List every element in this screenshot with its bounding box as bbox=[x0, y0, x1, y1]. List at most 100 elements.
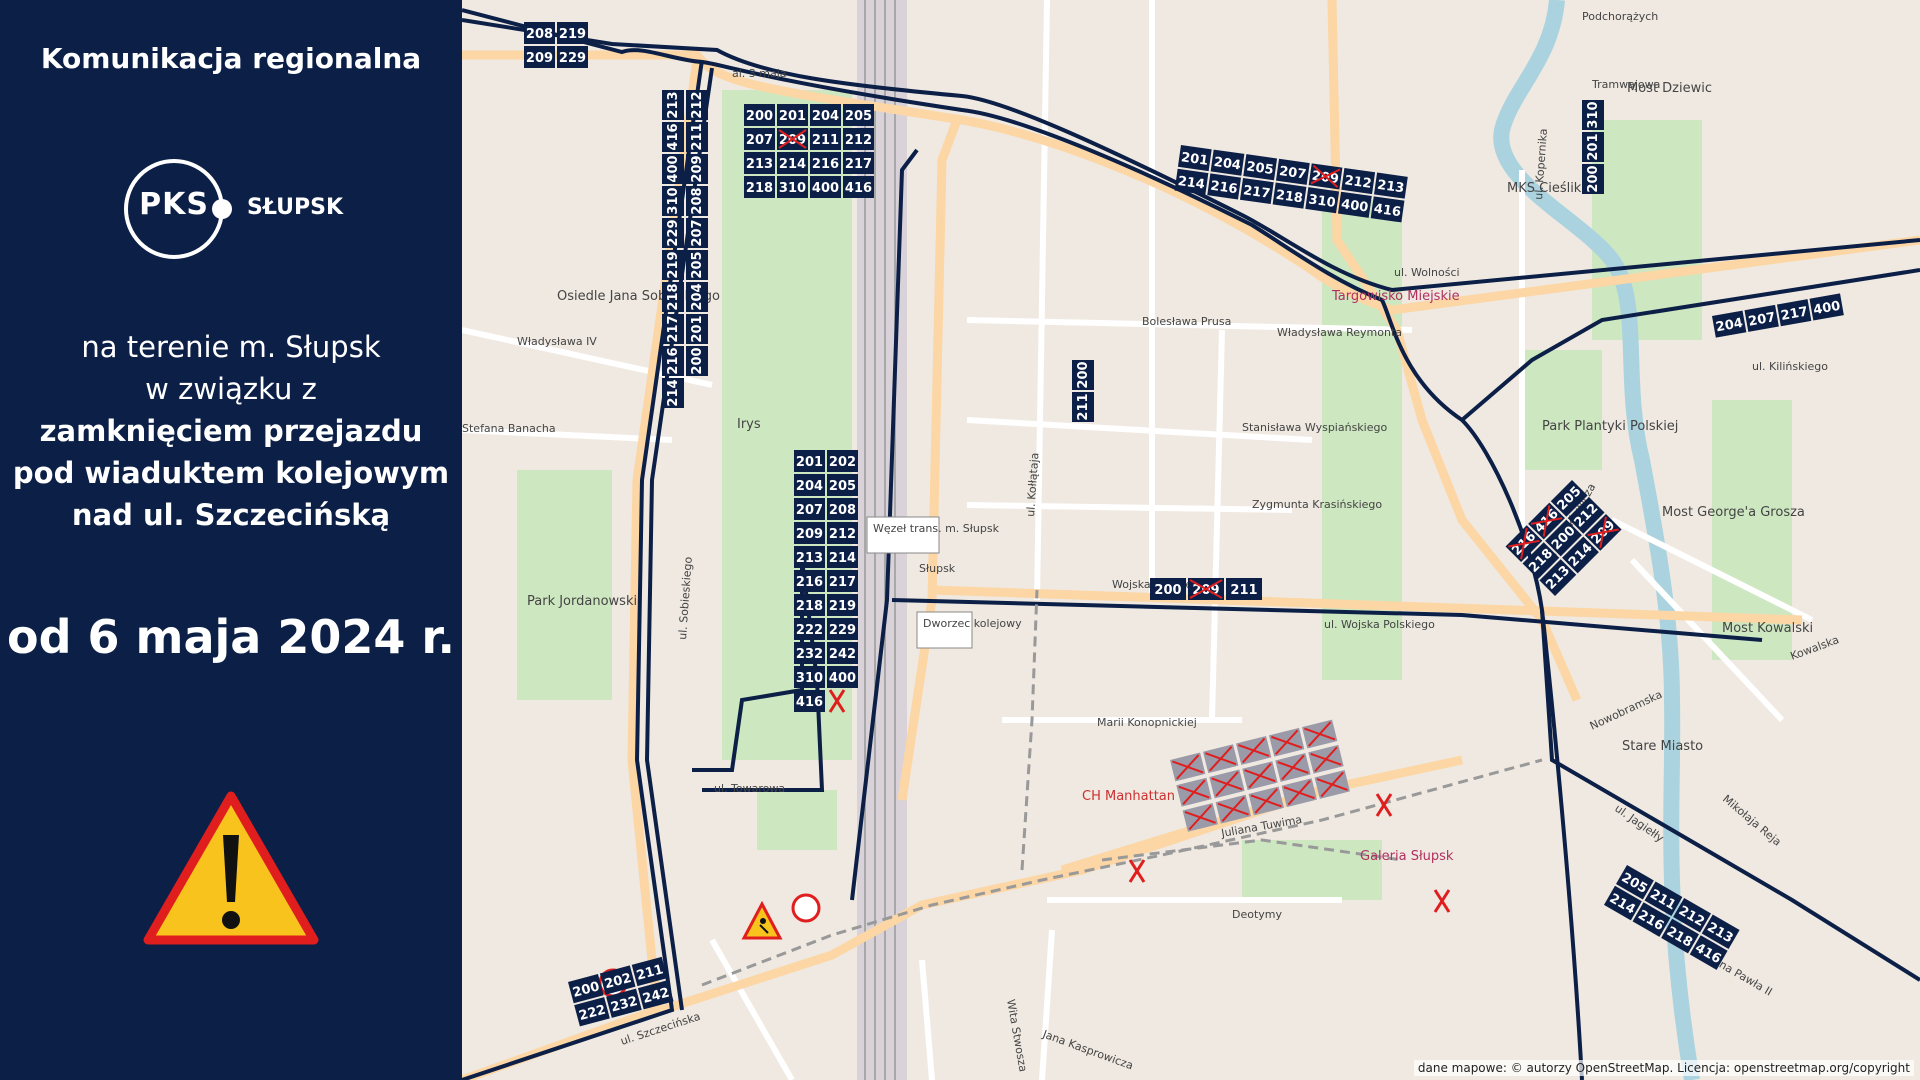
route-label: 207 bbox=[1744, 304, 1779, 332]
roadworks-icon bbox=[741, 900, 783, 940]
street-label: Stefana Banacha bbox=[462, 422, 556, 435]
route-label: 400 bbox=[827, 666, 858, 688]
route-number: 216 bbox=[666, 347, 681, 374]
place-label: Targowisko Miejskie bbox=[1331, 289, 1460, 304]
route-group-g7: 310 201 200 bbox=[1582, 100, 1604, 194]
route-label: 212 bbox=[1341, 167, 1376, 195]
place-label: CH Manhattan bbox=[1082, 789, 1175, 804]
notice-line-2: w związku z bbox=[145, 372, 317, 406]
street-label: al. 3 maja bbox=[732, 67, 787, 80]
route-number: 209 bbox=[796, 527, 823, 542]
route-label: 200 bbox=[1582, 164, 1604, 194]
route-number: 211 bbox=[690, 123, 705, 150]
logo-city: SŁUPSK bbox=[247, 195, 344, 220]
street-label: Deotymy bbox=[1232, 908, 1283, 921]
route-label: 217 bbox=[843, 152, 874, 174]
place-label: Park Plantyki Polskiej bbox=[1542, 419, 1678, 434]
route-label: 209 bbox=[1308, 163, 1343, 190]
logo-text: PKS bbox=[139, 187, 209, 222]
route-label: 310 bbox=[777, 176, 808, 198]
route-label: 216 bbox=[1207, 173, 1242, 200]
route-number: 214 bbox=[829, 551, 856, 566]
route-label: 214 bbox=[662, 378, 684, 408]
route-number: 207 bbox=[690, 219, 705, 246]
route-label: 211 bbox=[1072, 392, 1094, 422]
route-label: 205 bbox=[686, 250, 708, 280]
route-group-g6: 200211 bbox=[1072, 360, 1094, 422]
route-label: 216 bbox=[810, 152, 841, 174]
route-map[interactable]: al. 3 maja ul. Wolności ul. Kilińskiego … bbox=[462, 0, 1920, 1080]
route-number: 209 bbox=[690, 155, 705, 182]
route-number: 200 bbox=[746, 109, 773, 124]
route-number: 229 bbox=[666, 219, 681, 246]
info-panel: Komunikacja regionalna PKS SŁUPSK na ter… bbox=[0, 0, 462, 1080]
route-label: 400 bbox=[1337, 191, 1372, 218]
route-label: 219 bbox=[827, 594, 858, 616]
route-number: 416 bbox=[796, 695, 823, 710]
route-label: 218 bbox=[1272, 182, 1307, 209]
route-label: 416 bbox=[662, 122, 684, 152]
route-number: 202 bbox=[829, 455, 856, 470]
route-label: 204 bbox=[1712, 310, 1747, 338]
route-label: 211 bbox=[686, 122, 708, 152]
route-number: 400 bbox=[666, 155, 681, 182]
route-label: 212 bbox=[843, 128, 874, 150]
route-number: 217 bbox=[829, 575, 856, 590]
route-label: 200 bbox=[744, 104, 775, 126]
route-number: 400 bbox=[829, 671, 856, 686]
street-label: ul. Towarowa bbox=[714, 782, 785, 795]
route-number: 310 bbox=[666, 187, 681, 214]
route-label: 400 bbox=[662, 154, 684, 184]
park-south bbox=[757, 790, 837, 850]
route-label: 218 bbox=[662, 282, 684, 312]
route-number: 229 bbox=[559, 51, 586, 66]
route-label: 217 bbox=[662, 314, 684, 344]
route-number: 208 bbox=[690, 187, 705, 214]
route-number: 213 bbox=[796, 551, 823, 566]
route-label: 214 bbox=[1174, 168, 1209, 195]
route-label: 217 bbox=[1776, 299, 1812, 327]
route-label: 242 bbox=[827, 642, 858, 664]
route-number: 218 bbox=[746, 181, 773, 196]
route-label: 416 bbox=[843, 176, 874, 198]
route-label: 209 bbox=[524, 46, 555, 68]
route-label: 212 bbox=[827, 522, 858, 544]
route-number: 218 bbox=[666, 283, 681, 310]
route-label: 207 bbox=[794, 498, 825, 520]
route-label: 207 bbox=[744, 128, 775, 150]
route-label: 204 bbox=[686, 282, 708, 312]
route-label: 218 bbox=[744, 176, 775, 198]
route-label: 201 bbox=[1582, 132, 1604, 162]
route-label: 207 bbox=[686, 218, 708, 248]
route-label: 200 bbox=[686, 346, 708, 376]
route-label: 217 bbox=[1239, 177, 1274, 205]
route-number: 212 bbox=[690, 91, 705, 118]
route-number: 213 bbox=[666, 91, 681, 118]
street-label: Władysława IV bbox=[517, 335, 597, 348]
route-number: 201 bbox=[1586, 133, 1601, 160]
notice-line-3: zamknięciem przejazdu bbox=[39, 414, 423, 448]
route-number: 400 bbox=[812, 181, 839, 196]
route-number: 211 bbox=[1076, 393, 1091, 420]
stop-label: Węzeł trans. m. Słupsk bbox=[873, 522, 1000, 535]
route-label: 229 bbox=[827, 618, 858, 640]
route-number: 211 bbox=[1230, 583, 1257, 598]
stop-label: Dworzec kolejowy bbox=[923, 617, 1022, 630]
route-label: 200 bbox=[1150, 578, 1186, 600]
route-number: 217 bbox=[845, 157, 872, 172]
route-label: 310 bbox=[794, 666, 825, 688]
logo-dot bbox=[212, 199, 232, 219]
notice-line-5: nad ul. Szczecińską bbox=[71, 498, 391, 532]
route-label: 205 bbox=[1243, 154, 1278, 181]
route-label: 213 bbox=[662, 90, 684, 120]
route-number: 200 bbox=[1586, 165, 1601, 192]
street-label: Zygmunta Krasińskiego bbox=[1252, 498, 1382, 511]
route-label: 310 bbox=[662, 186, 684, 216]
route-number: 229 bbox=[829, 623, 856, 638]
route-label: 208 bbox=[524, 22, 555, 44]
route-label: 216 bbox=[662, 346, 684, 376]
route-label: 211 bbox=[1226, 578, 1262, 600]
route-label: 205 bbox=[843, 104, 874, 126]
place-label: MKS Cieśliki bbox=[1507, 181, 1585, 196]
route-label: 201 bbox=[1177, 145, 1212, 172]
